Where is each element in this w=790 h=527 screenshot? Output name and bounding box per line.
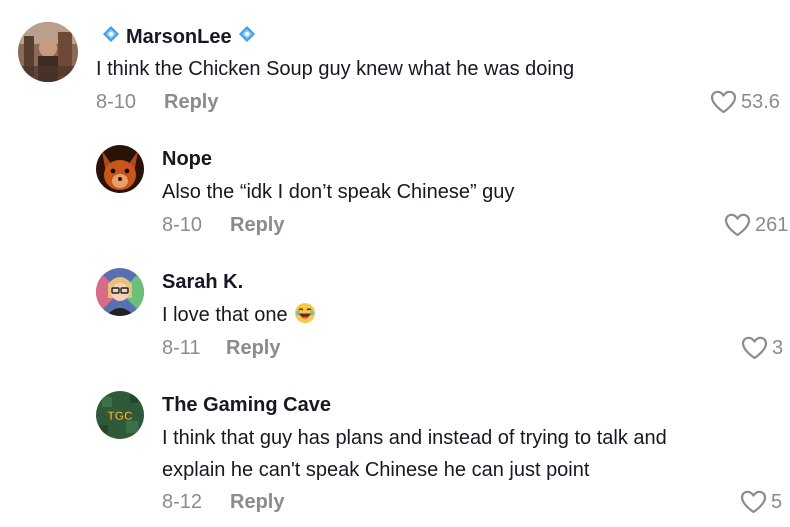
heart-outline-icon (724, 213, 751, 237)
comment-date: 8-10 (96, 91, 137, 113)
reply-button[interactable]: Reply (226, 337, 280, 360)
comment-date: 8-12 (162, 491, 203, 513)
diamond-icon (238, 25, 256, 49)
comment-text-content: I love that one (162, 304, 288, 326)
username-nope[interactable]: Nope (162, 148, 212, 171)
comment-text-line1: I think that guy has plans and instead o… (162, 427, 667, 449)
avatar-nope[interactable] (96, 145, 144, 193)
username-marsonlee[interactable]: MarsonLee (96, 25, 262, 49)
heart-outline-icon (710, 90, 737, 114)
avatar-marsonlee[interactable] (18, 22, 78, 82)
laughing-face-emoji (294, 302, 316, 324)
like-button[interactable]: 53.6 (710, 90, 780, 114)
reply-button[interactable]: Reply (230, 214, 284, 237)
like-button[interactable]: 261 (724, 213, 788, 237)
username-label: MarsonLee (126, 25, 232, 48)
like-count: 261 (755, 213, 789, 236)
diamond-icon (102, 25, 120, 49)
avatar-badge-text: TGC (107, 409, 133, 423)
avatar-sarah-k[interactable] (96, 268, 144, 316)
like-count: 5 (771, 490, 783, 513)
like-button[interactable]: 5 (740, 490, 790, 514)
comment-date: 8-11 (162, 337, 201, 359)
comment-date: 8-10 (162, 214, 203, 236)
like-count: 53.6 (741, 90, 780, 113)
comment-text: Also the “idk I don’t speak Chinese” guy (162, 181, 515, 203)
reply-button[interactable]: Reply (164, 91, 218, 114)
avatar-the-gaming-cave[interactable]: TGC (96, 391, 144, 439)
comment-text: I think the Chicken Soup guy knew what h… (96, 58, 575, 80)
heart-outline-icon (741, 336, 768, 360)
like-count: 3 (772, 336, 784, 359)
reply-button[interactable]: Reply (230, 491, 284, 514)
username-sarah-k[interactable]: Sarah K. (162, 271, 243, 294)
heart-outline-icon (740, 490, 767, 514)
comment-text: I love that one (162, 299, 316, 331)
username-the-gaming-cave[interactable]: The Gaming Cave (162, 394, 331, 417)
like-button[interactable]: 3 (741, 336, 783, 360)
comment-text-line2: explain he can't speak Chinese he can ju… (162, 459, 590, 481)
